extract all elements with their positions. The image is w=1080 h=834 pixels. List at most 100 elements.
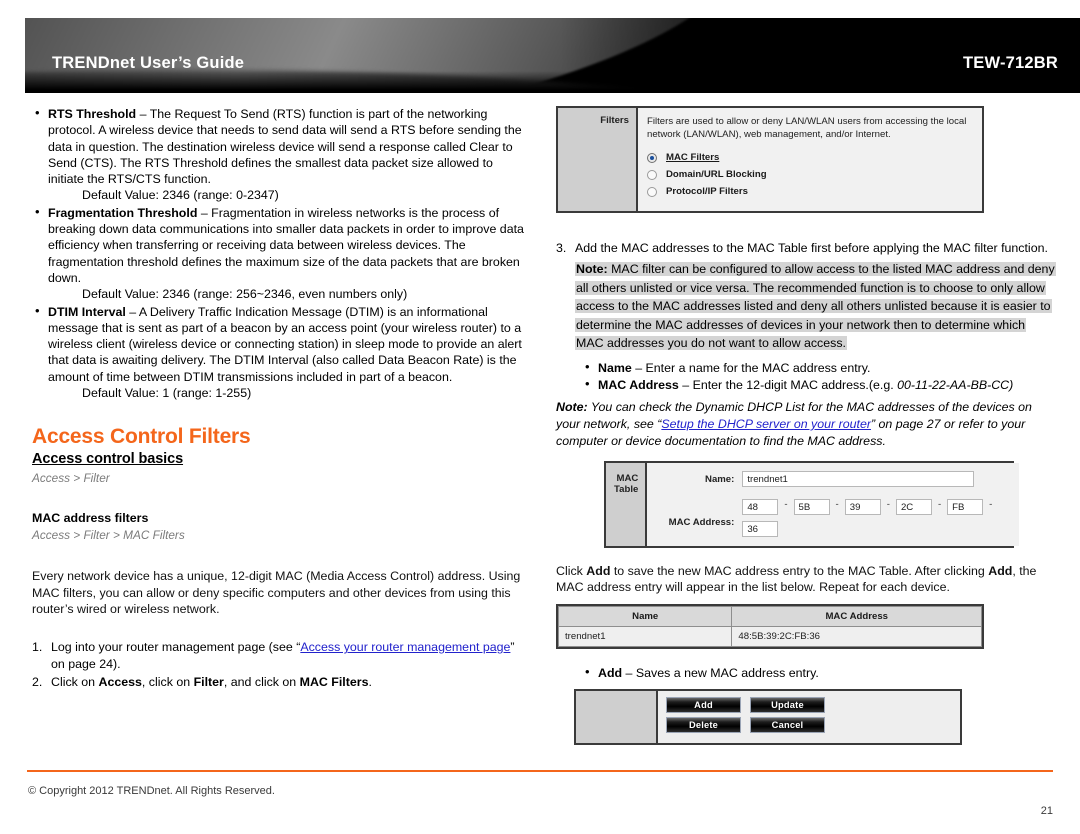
mac-entry-name-input[interactable] <box>742 471 975 488</box>
mac-address-field-label: MAC Address: <box>668 517 735 529</box>
setup-dhcp-server-link[interactable]: Setup the DHCP server on your router <box>661 417 871 431</box>
bullet-dash: – <box>678 378 693 393</box>
bullet-name-field: Name – Enter a name for the MAC address … <box>582 359 1056 376</box>
mac-octet-input-6[interactable] <box>742 521 779 538</box>
topic-title: MAC address filters <box>32 511 149 526</box>
mac-address-list-screenshot: Name MAC Address trendnet1 48:5B:39:2C:F… <box>556 603 984 649</box>
add-instruction-paragraph: Click Add to save the new MAC address en… <box>556 563 1056 596</box>
mac-address-field-row: MAC Address: - - - - - <box>656 499 1010 538</box>
cancel-button[interactable]: Cancel <box>750 717 825 734</box>
mac-table-form-screenshot: MAC Table Name: MAC Address: - - - <box>604 461 1020 549</box>
note1-label: Note: <box>576 262 608 277</box>
page-number: 21 <box>1040 805 1053 817</box>
wireless-settings-bullet-list: RTS Threshold – The Request To Send (RTS… <box>32 105 530 402</box>
bullet-term: Fragmentation Threshold <box>48 205 198 220</box>
note1-text: MAC filter can be configured to allow ac… <box>576 262 1055 351</box>
add-button[interactable]: Add <box>666 697 741 714</box>
mac-separator: - <box>784 499 788 511</box>
column-header-mac-address: MAC Address <box>731 605 982 627</box>
bullet-rts-threshold: RTS Threshold – The Request To Send (RTS… <box>32 105 530 204</box>
action-buttons-screenshot: Add Update Delete Cancel <box>574 689 962 746</box>
bullet-mac-address-field: MAC Address – Enter the 12-digit MAC add… <box>582 376 1056 393</box>
note2-label: Note: <box>556 400 588 415</box>
left-column: RTS Threshold – The Request To Send (RTS… <box>32 105 530 692</box>
add-para-p1: Click <box>556 564 587 579</box>
mac-octet-input-1[interactable] <box>742 499 779 516</box>
right-column: Filters Filters are used to allow or den… <box>556 106 1056 746</box>
bullet-dtim-interval: DTIM Interval – A Delivery Traffic Indic… <box>32 303 530 402</box>
subsection-title: Access control basics <box>32 451 184 468</box>
mac-separator: - <box>937 499 942 511</box>
bullet-text: Enter the 12-digit MAC address.(e.g. <box>692 378 898 393</box>
button-row-top: Add Update <box>666 697 952 714</box>
delete-button[interactable]: Delete <box>666 717 741 734</box>
bullet-dash: – <box>125 304 139 319</box>
step2-bold-mac-filters: MAC Filters <box>299 674 369 689</box>
mac-address-table: Name MAC Address trendnet1 48:5B:39:2C:F… <box>557 605 982 647</box>
banner-bottom-shade <box>25 71 1080 93</box>
bullet-term: Add <box>598 665 623 680</box>
note-highlight-block: Note: MAC filter can be configured to al… <box>556 260 1056 353</box>
mac-table-panel-label: MAC Table <box>606 463 648 547</box>
mac-address-example: 00-11-22-AA-BB-CC) <box>897 378 1014 393</box>
radio-button-icon[interactable] <box>647 169 657 180</box>
step2-suffix: . <box>368 674 372 689</box>
add-para-bold-1: Add <box>586 564 611 579</box>
step2-prefix: Click on <box>51 674 99 689</box>
footer-divider <box>27 770 1053 772</box>
default-value-rts: Default Value: 2346 (range: 0-2347) <box>82 188 279 203</box>
mac-octet-input-3[interactable] <box>844 499 881 516</box>
mac-separator: - <box>835 499 839 511</box>
add-para-bold-2: Add <box>988 564 1013 579</box>
default-value-fragmentation: Default Value: 2346 (range: 256~2346, ev… <box>82 287 408 302</box>
radio-label: Protocol/IP Filters <box>666 186 748 197</box>
table-header-row: Name MAC Address <box>557 605 982 627</box>
bullet-term: Name <box>598 360 632 375</box>
note-dhcp-block: Note: You can check the Dynamic DHCP Lis… <box>556 399 1056 449</box>
bullet-dash: – <box>631 360 646 375</box>
mac-octet-input-5[interactable] <box>947 499 984 516</box>
section-title: Access Control Filters <box>32 425 251 449</box>
step-item-2: Click on Access, click on Filter, and cl… <box>32 674 530 691</box>
mac-octet-input-2[interactable] <box>793 499 830 516</box>
bullet-text: Enter a name for the MAC address entry. <box>645 360 871 375</box>
radio-button-icon[interactable] <box>647 186 657 197</box>
copyright-text: © Copyright 2012 TRENDnet. All Rights Re… <box>28 785 275 797</box>
mac-separator: - <box>989 499 993 511</box>
mac-filter-steps-continued: Add the MAC addresses to the MAC Table f… <box>556 240 1056 257</box>
mac-filter-steps-list: Log into your router management page (se… <box>32 639 530 690</box>
radio-button-icon[interactable] <box>647 152 657 163</box>
cell-name: trendnet1 <box>557 625 733 647</box>
mac-entry-field-bullets: Name – Enter a name for the MAC address … <box>556 359 1056 394</box>
bullet-text: Saves a new MAC address entry. <box>635 665 819 680</box>
radio-label: MAC Filters <box>666 152 720 163</box>
radio-option-protocol-ip-filters[interactable]: Protocol/IP Filters <box>647 186 973 197</box>
page-header-banner: TRENDnet User’s Guide TEW-712BR <box>25 18 1080 93</box>
table-row[interactable]: trendnet1 48:5B:39:2C:FB:36 <box>557 625 982 647</box>
column-header-name: Name <box>557 605 733 627</box>
access-router-management-page-link[interactable]: Access your router management page <box>300 640 510 654</box>
name-field-label: Name: <box>705 473 735 485</box>
add-button-description-list: Add – Saves a new MAC address entry. <box>556 664 1056 681</box>
filters-settings-screenshot: Filters Filters are used to allow or den… <box>556 106 984 213</box>
bullet-dash: – <box>197 205 212 220</box>
step2-bold-access: Access <box>98 674 142 689</box>
guide-title: TRENDnet User’s Guide <box>52 54 245 72</box>
bullet-dash: – <box>622 665 636 680</box>
step1-prefix: Log into your router management page (se… <box>51 640 301 655</box>
filters-radio-group[interactable]: MAC Filters Domain/URL Blocking Protocol… <box>647 152 973 197</box>
update-button[interactable]: Update <box>750 697 825 714</box>
bullet-dash: – <box>136 107 150 121</box>
radio-option-domain-url-blocking[interactable]: Domain/URL Blocking <box>647 169 973 180</box>
cell-mac-address: 48:5B:39:2C:FB:36 <box>731 625 982 647</box>
radio-option-mac-filters[interactable]: MAC Filters <box>647 152 973 163</box>
add-para-p2: to save the new MAC address entry to the… <box>610 564 989 579</box>
bullet-add-button: Add – Saves a new MAC address entry. <box>582 664 1056 681</box>
bullet-term: DTIM Interval <box>48 304 126 319</box>
mac-octet-input-4[interactable] <box>895 499 932 516</box>
step2-bold-filter: Filter <box>193 674 224 689</box>
bullet-fragmentation-threshold: Fragmentation Threshold – Fragmentation … <box>32 204 530 303</box>
filters-description: Filters are used to allow or deny LAN/WL… <box>647 116 967 140</box>
radio-label: Domain/URL Blocking <box>666 169 767 180</box>
button-row-bottom: Delete Cancel <box>666 717 952 734</box>
